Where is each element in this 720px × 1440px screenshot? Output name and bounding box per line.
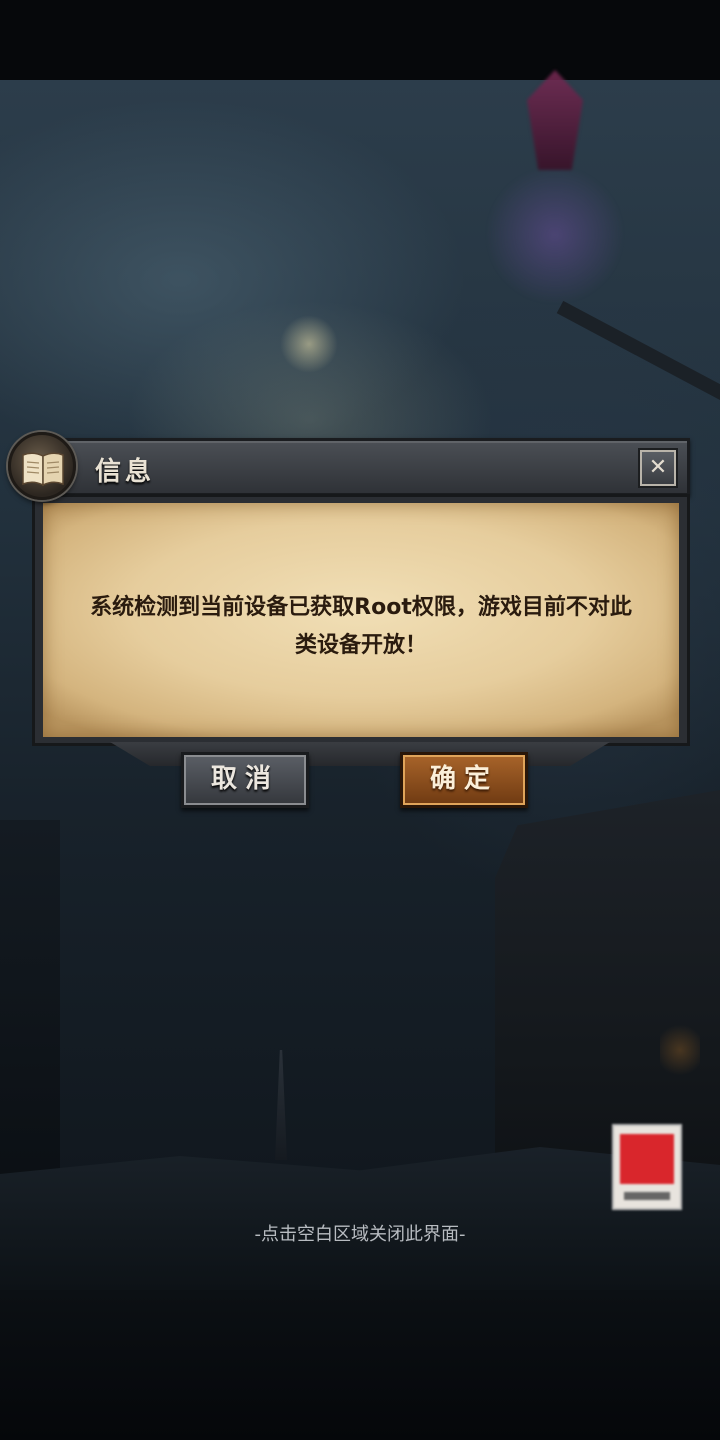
dialog-header: 信息 <box>40 438 690 496</box>
game-logo <box>425 70 685 320</box>
age-rating-badge <box>612 1124 682 1210</box>
dialog-body: 系统检测到当前设备已获取Root权限，游戏目前不对此类设备开放！ <box>32 494 690 746</box>
close-hint: -点击空白区域关闭此界面- <box>254 1224 466 1245</box>
info-dialog: 信息 系统检测到当前设备已获取Root权限，游戏目前不对此类设备开放！ <box>0 430 720 830</box>
bottom-band <box>0 1290 720 1440</box>
dialog-message: 系统检测到当前设备已获取Root权限，游戏目前不对此类设备开放！ <box>90 595 632 658</box>
book-icon <box>8 432 76 500</box>
close-icon: ✕ <box>648 455 668 480</box>
open-book-icon <box>22 452 64 487</box>
close-button[interactable]: ✕ <box>640 450 676 486</box>
parchment-panel: 系统检测到当前设备已获取Root权限，游戏目前不对此类设备开放！ <box>43 503 679 737</box>
logo-crystal-icon <box>527 70 583 170</box>
dialog-title: 信息 <box>95 457 156 487</box>
cancel-button[interactable]: 取消 <box>181 752 309 808</box>
confirm-button[interactable]: 确定 <box>400 752 528 808</box>
age-rating-mark <box>620 1134 674 1184</box>
moon-glow <box>280 315 338 373</box>
age-rating-bar <box>624 1192 670 1200</box>
logo-glow <box>485 165 625 305</box>
status-area <box>0 0 720 80</box>
